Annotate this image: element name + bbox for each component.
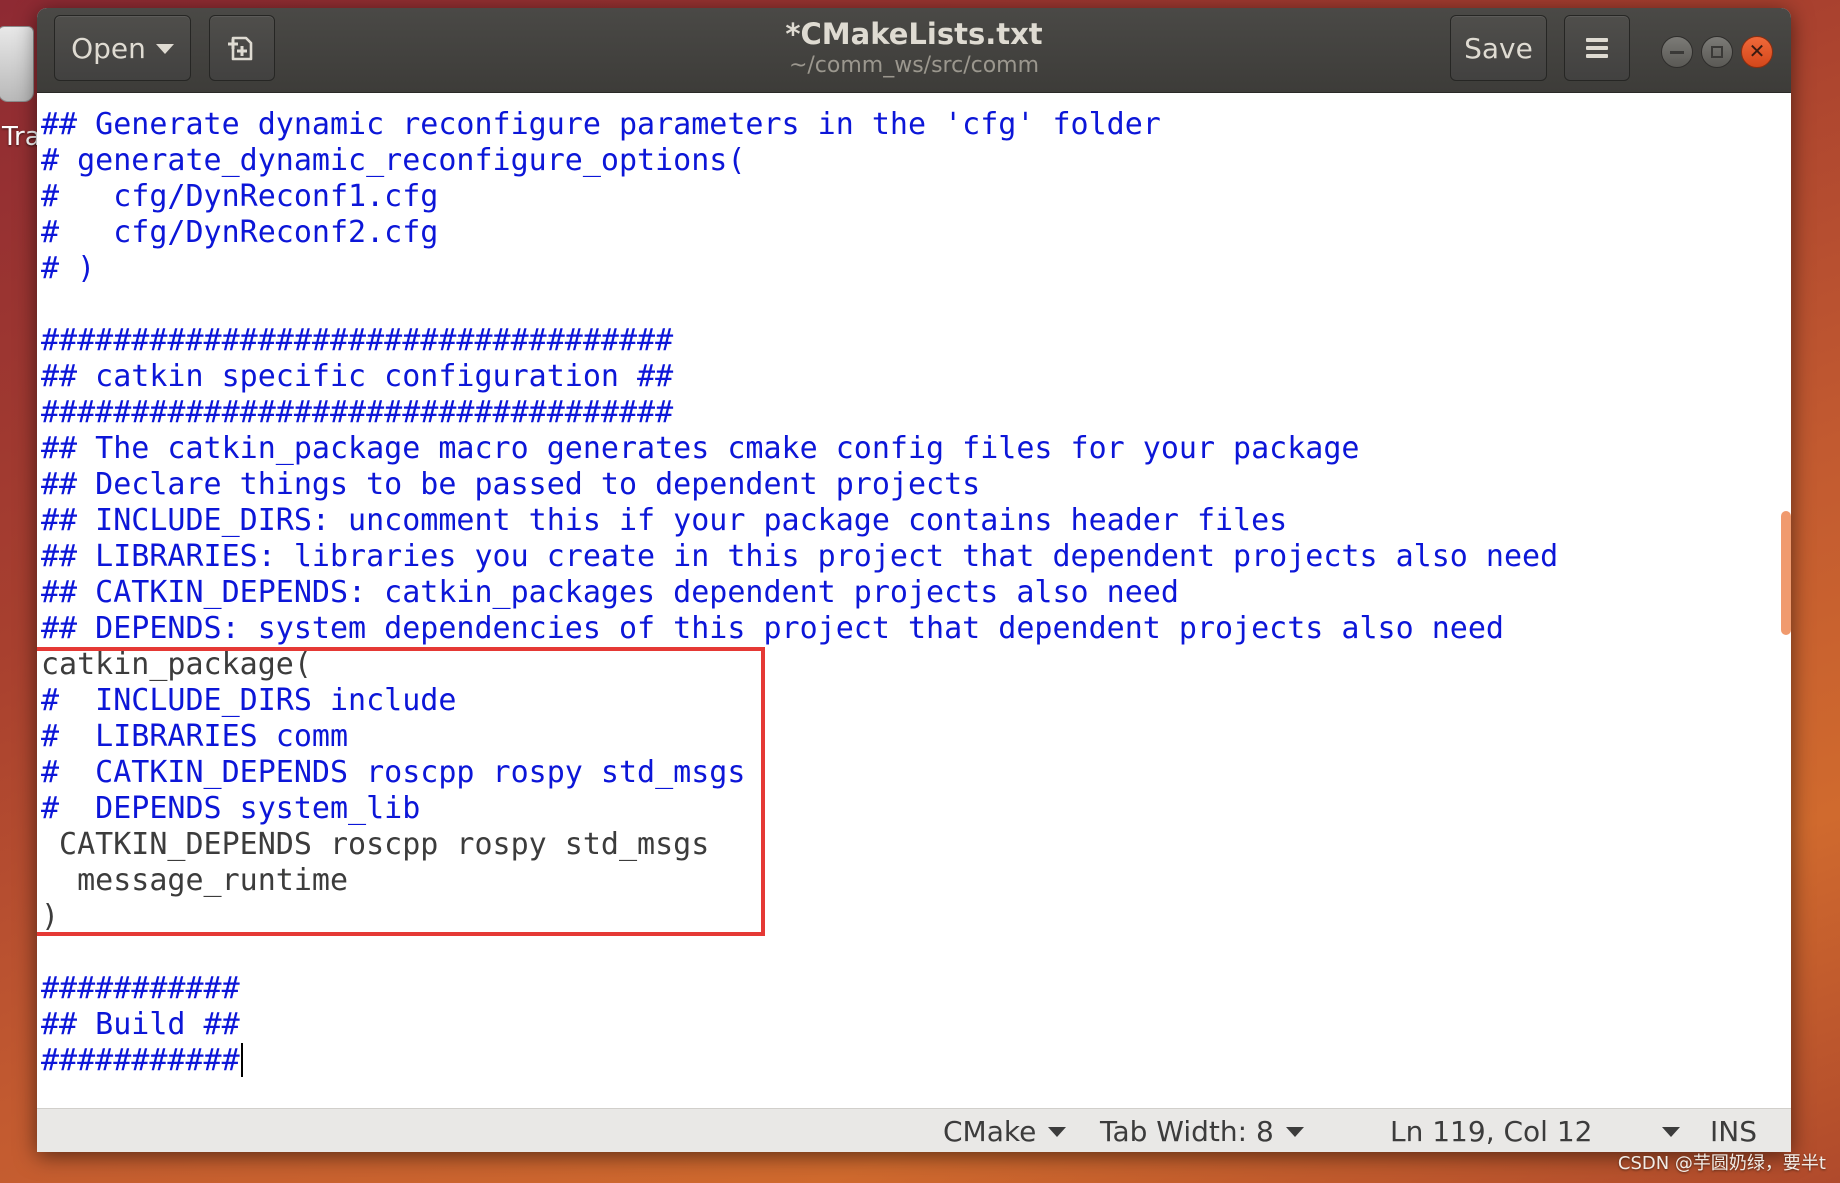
scrollbar-thumb[interactable]	[1781, 511, 1791, 635]
chevron-down-icon	[1285, 1127, 1304, 1137]
code-line: catkin_package(	[41, 647, 312, 682]
maximize-icon	[1711, 46, 1723, 58]
code-line: ## Declare things to be passed to depend…	[41, 467, 981, 502]
code-line: ###################################	[41, 323, 674, 358]
new-document-icon	[228, 36, 253, 61]
watermark-text: CSDN @芋圆奶绿，要半t	[1617, 1153, 1826, 1174]
insert-mode-label: INS	[1710, 1114, 1757, 1148]
header-bar: Open *CMakeLists.txt ~/comm_ws/src/comm …	[37, 8, 1791, 93]
minimize-button[interactable]	[1661, 36, 1693, 68]
code-line: # )	[41, 251, 96, 286]
code-line: ## INCLUDE_DIRS: uncomment this if your …	[41, 503, 1288, 538]
code-content[interactable]: ## Generate dynamic reconfigure paramete…	[41, 107, 1558, 1079]
trash-desktop-icon[interactable]	[0, 22, 40, 112]
maximize-button[interactable]	[1701, 36, 1733, 68]
chevron-down-icon	[1662, 1127, 1680, 1137]
text-cursor	[240, 1043, 243, 1077]
code-line-with-cursor: ###########	[41, 1043, 1558, 1079]
code-line: # generate_dynamic_reconfigure_options(	[41, 143, 746, 178]
menu-button[interactable]	[1564, 15, 1630, 81]
minimize-icon	[1670, 50, 1684, 54]
cursor-position-dropdown[interactable]	[1662, 1109, 1682, 1152]
code-line: ## Build ##	[41, 1007, 240, 1042]
code-line: ## Generate dynamic reconfigure paramete…	[41, 107, 1161, 142]
tab-width-label: Tab Width: 8	[1100, 1114, 1274, 1148]
window-title: *CMakeLists.txt	[785, 17, 1043, 51]
cursor-position[interactable]: Ln 119, Col 12	[1390, 1109, 1592, 1152]
code-line: ## DEPENDS: system dependencies of this …	[41, 611, 1504, 646]
code-line: ###################################	[41, 395, 674, 430]
chevron-down-icon	[155, 44, 174, 54]
new-tab-button[interactable]	[209, 15, 275, 81]
code-line: )	[41, 899, 60, 934]
code-line: # DEPENDS system_lib	[41, 791, 421, 826]
code-line: ###########	[41, 971, 240, 1006]
close-icon: ✕	[1748, 39, 1766, 63]
insert-mode-indicator[interactable]: INS	[1710, 1109, 1757, 1152]
code-line: ## catkin specific configuration ##	[41, 359, 674, 394]
status-bar: CMake Tab Width: 8 Ln 119, Col 12 INS	[37, 1108, 1791, 1152]
code-line: # cfg/DynReconf2.cfg	[41, 215, 439, 250]
hamburger-icon	[1586, 38, 1608, 58]
language-selector[interactable]: CMake	[943, 1109, 1067, 1152]
trash-desktop-label: Tra	[2, 122, 41, 152]
trash-can-icon	[0, 26, 34, 102]
code-line: ## LIBRARIES: libraries you create in th…	[41, 539, 1559, 574]
code-line: CATKIN_DEPENDS roscpp rospy std_msgs	[41, 827, 710, 862]
cursor-position-label: Ln 119, Col 12	[1390, 1114, 1593, 1148]
code-line: # CATKIN_DEPENDS roscpp rospy std_msgs	[41, 755, 746, 790]
save-button[interactable]: Save	[1450, 15, 1547, 81]
code-line: message_runtime	[41, 863, 349, 898]
open-button[interactable]: Open	[54, 15, 191, 81]
code-line-text: ###########	[41, 1043, 240, 1078]
code-line: # LIBRARIES comm	[41, 719, 349, 754]
language-label: CMake	[943, 1114, 1037, 1148]
window-subtitle: ~/comm_ws/src/comm	[788, 53, 1040, 78]
code-line: ## CATKIN_DEPENDS: catkin_packages depen…	[41, 575, 1179, 610]
code-line: ## The catkin_package macro generates cm…	[41, 431, 1360, 466]
code-line: # cfg/DynReconf1.cfg	[41, 179, 439, 214]
window-title-block: *CMakeLists.txt ~/comm_ws/src/comm	[637, 16, 1191, 80]
gedit-window: Open *CMakeLists.txt ~/comm_ws/src/comm …	[37, 8, 1791, 1152]
close-button[interactable]: ✕	[1741, 36, 1773, 68]
code-line: # INCLUDE_DIRS include	[41, 683, 457, 718]
chevron-down-icon	[1048, 1127, 1067, 1137]
tab-width-selector[interactable]: Tab Width: 8	[1100, 1109, 1304, 1152]
open-button-label: Open	[71, 31, 146, 65]
text-editor[interactable]: ## Generate dynamic reconfigure paramete…	[37, 93, 1791, 1108]
